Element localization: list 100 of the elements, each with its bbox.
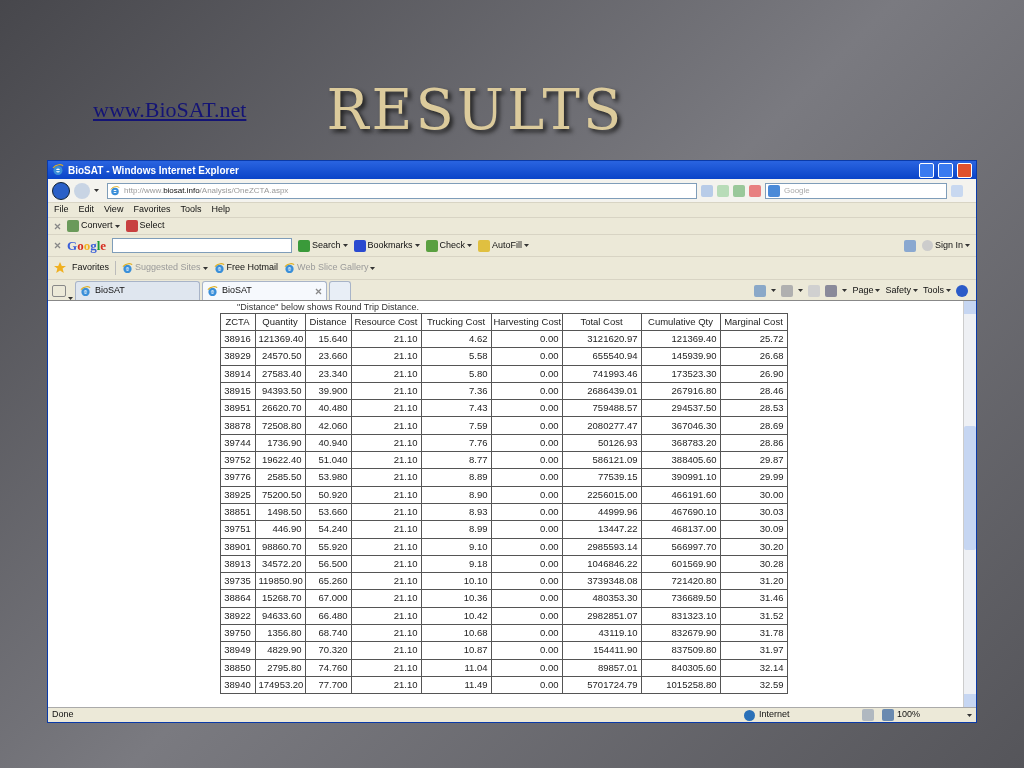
menu-item[interactable]: Help [211,203,230,217]
table-cell: 10.87 [421,641,491,660]
table-cell: 388405.60 [641,451,720,469]
table-cell: 21.10 [351,468,421,487]
table-cell: 0.00 [491,468,562,487]
caret-icon[interactable] [967,713,972,717]
close-icon[interactable] [54,242,61,249]
table-cell: 655540.94 [562,347,641,366]
caret-icon[interactable] [771,289,777,292]
table-cell: 8.77 [421,451,491,469]
table-cell: 38915 [220,382,255,400]
table-cell: 31.46 [720,589,787,608]
table-cell: 154411.90 [562,641,641,660]
table-cell: 566997.70 [641,538,720,556]
menu-item[interactable]: Favorites [133,203,171,217]
close-tab-icon[interactable] [315,287,322,295]
table-cell: 98860.70 [255,538,305,556]
command-button[interactable]: Safety [885,283,911,298]
menu-item[interactable]: Tools [180,203,202,217]
table-cell: 0.00 [491,641,562,660]
command-button[interactable]: Page [852,283,874,298]
table-cell: 4829.90 [255,641,305,660]
caret-icon[interactable] [965,244,970,247]
table-cell: 30.03 [720,503,787,521]
toolbar-button[interactable]: Check [439,238,466,253]
e-logo-icon [122,262,133,274]
browser-tab[interactable]: BioSAT [202,281,327,300]
star-icon [54,262,66,274]
e-logo-icon [52,164,64,176]
close-button[interactable] [957,162,972,178]
close-icon[interactable] [54,222,61,230]
caret-icon[interactable] [342,244,348,247]
table-cell: 0.00 [491,659,562,677]
sign-in-icon [921,240,933,251]
toolbar-button[interactable]: AutoFill [492,238,523,253]
table-cell: 0.00 [491,538,562,556]
table-cell: 54.240 [305,520,351,539]
google-search-field[interactable] [112,238,293,253]
table-cell: 39776 [220,468,255,487]
table-cell: 38878 [220,417,255,435]
table-cell: 21.10 [351,555,421,573]
caret-icon[interactable] [842,289,848,292]
table-cell: 40.940 [305,434,351,452]
zone-text: Internet [759,708,790,722]
table-cell: 0.00 [491,503,562,521]
favorites-button[interactable]: Favorites [72,261,109,275]
table-cell: 0.00 [491,555,562,573]
caret-icon[interactable] [94,189,99,192]
table-cell: 67.000 [305,589,351,608]
column-header: Cumulative Qty [641,313,720,331]
caret-icon[interactable] [202,266,208,270]
table-cell: 586121.09 [562,451,641,469]
table-cell: 10.10 [421,572,491,590]
table-cell: 468137.00 [641,520,720,539]
caret-icon[interactable] [913,289,918,292]
google-logo: Google [67,236,107,255]
browser-tab[interactable]: BioSAT [75,281,200,300]
menu-item[interactable]: File [54,203,69,217]
table-cell: 21.10 [351,486,421,504]
caret-icon[interactable] [114,224,120,228]
table-cell: 0.00 [491,365,562,383]
sign-in-button[interactable]: Sign In [934,238,963,253]
caret-icon[interactable] [524,244,530,247]
column-header: Harvesting Cost [491,313,562,331]
toolbar-button[interactable]: Bookmarks [367,238,413,253]
table-cell: 121369.40 [255,330,305,348]
caret-icon[interactable] [414,244,420,247]
caret-icon[interactable] [370,266,376,270]
table-cell: 145939.90 [641,347,720,366]
caret-icon[interactable] [875,289,881,292]
menu-item[interactable]: View [104,203,124,217]
caret-icon[interactable] [467,244,473,247]
table-cell: 31.20 [720,572,787,590]
caret-icon[interactable] [798,289,804,292]
table-cell: 21.10 [351,503,421,521]
table-cell: 21.10 [351,399,421,417]
table-cell: 38914 [220,365,255,383]
toolbar-button[interactable]: Search [312,238,341,253]
table-cell: 94633.60 [255,607,305,625]
minimize-button[interactable] [919,162,934,178]
table-cell: 840305.60 [641,659,720,677]
table-cell: 23.660 [305,347,351,366]
toolbar-button[interactable]: Select [139,219,165,233]
toolbar-button[interactable]: Convert [81,219,113,233]
back-button[interactable] [52,181,70,200]
favorite-link[interactable]: Free Hotmail [226,261,279,275]
table-cell: 0.00 [491,589,562,608]
table-cell: 38940 [220,676,255,694]
caret-icon[interactable] [946,289,951,292]
zoom-button[interactable]: 100% [897,708,921,722]
scrollbar[interactable] [963,301,976,707]
table-cell: 4.62 [421,330,491,348]
command-button[interactable]: Tools [923,283,944,298]
table-cell: 21.10 [351,572,421,590]
menu-item[interactable]: Edit [78,203,95,217]
restore-button[interactable] [938,162,953,178]
table-cell: 0.00 [491,347,562,366]
table-cell: 28.86 [720,434,787,452]
table-cell: 42.060 [305,417,351,435]
address-field[interactable]: http://www.biosat.info/Analysis/OneZCTA.aspx [107,182,697,199]
